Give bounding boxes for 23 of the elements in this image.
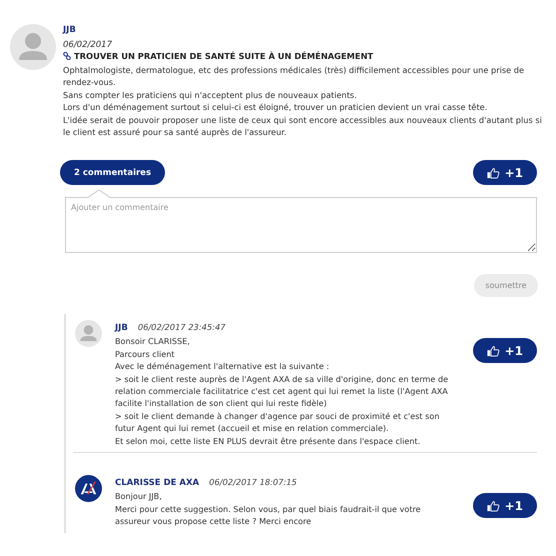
comment-text: Bonjour JJB, Merci pour cette suggestion. Selon vous, par quel biais faudrait-il que votre assureur vous propose cette liste ? Merci encore bbox=[115, 490, 422, 528]
comment-field[interactable]: Ajouter un commentaire bbox=[65, 197, 537, 254]
comment-text: Bonsoir CLARISSE, Parcours client Avec le déménagement l'alternative est la suivante : > soit le client reste auprès de l'Agent AXA de sa ville d'origine, donc en terme de relation commerciale facilitatrice c'est cet agent qui lui remet la liste (l'Agent AXA facilite l'installation de son client qui lui reste fidèle) > soit le client demande à changer d'agence par souci de proximité et c'est son futur Agent qui lui remet (accueil et mise en relation commerciale). Et selon moi, cette liste EN PLUS devrait être présente dans l'espace client. bbox=[115, 335, 450, 448]
post-title: TROUVER UN PRATICIEN DE SANTÉ SUITE À UN DÉMÉNAGEMENT bbox=[74, 51, 374, 61]
like-button[interactable]: +1 bbox=[473, 160, 537, 186]
author-name[interactable]: JJB bbox=[63, 25, 542, 35]
comments-button[interactable]: 2 commentaires bbox=[60, 160, 166, 186]
thumbs-up-icon bbox=[487, 166, 500, 179]
comment-datetime: 06/02/2017 18:07:15 bbox=[209, 477, 297, 488]
comment-datetime: 06/02/2017 23:45:47 bbox=[138, 322, 226, 332]
like-button[interactable]: +1 bbox=[473, 493, 537, 518]
thumbs-up-icon bbox=[487, 344, 500, 357]
thumbs-up-icon bbox=[487, 500, 500, 512]
avatar-icon bbox=[75, 320, 102, 348]
comment-author[interactable]: JJB bbox=[115, 323, 128, 334]
logo-icon bbox=[75, 475, 102, 502]
comment-author[interactable]: CLARISSE DE AXA bbox=[115, 478, 200, 488]
link-icon bbox=[63, 52, 71, 60]
post-body: Ophtalmologiste, dermatologue, etc des professions médicales (très) difficilement accessibles pour une prise de rendez-vous. Sans compter les praticiens qui n'acceptent plus de nouveaux patients. Lors d'un déménagement surtout si celui-ci est éloigné, trouver un praticien devient un vrai casse tête. L'idée serait de pouvoir proposer une liste de ceux qui sont encore accessibles aux nouveaux clients d'autant plus si le client est assuré pour sa santé auprès de l'assureur. bbox=[63, 64, 542, 138]
like-button[interactable]: +1 bbox=[473, 338, 537, 364]
pointer-notch bbox=[87, 190, 111, 198]
avatar-icon bbox=[10, 24, 56, 70]
post-date: 06/02/2017 bbox=[63, 40, 113, 50]
